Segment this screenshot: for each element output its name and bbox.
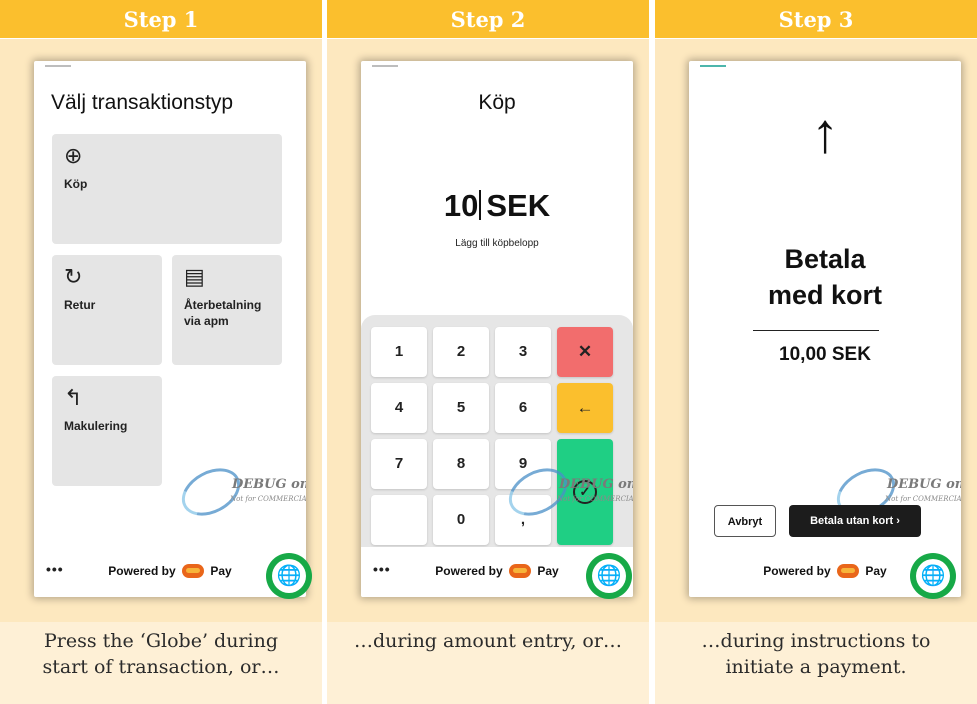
brand-logo-icon [182,563,204,578]
watermark-line2: Not for COMMERCIAL [885,495,961,503]
watermark-line2: Not for COMMERCIAL [230,495,306,503]
step-3-header: Step 3 [655,0,977,38]
clear-key-icon[interactable]: ✕ [557,327,613,377]
watermark-line1: DEBUG only [559,477,633,492]
pay-without-card-button[interactable]: Betala utan kort › [789,505,921,537]
globe-icon: 🌐 [916,559,950,593]
powered-by-label: Powered by [435,563,503,578]
step-1-header: Step 1 [0,0,322,38]
instruction-line: med kort [767,280,883,310]
status-bar [372,65,398,67]
backspace-key-icon[interactable]: ← [557,383,613,433]
terminal-screen: Välj transaktionstyp ⊕ Köp ↻ Retur ▤ Åte… [34,61,306,597]
globe-button-highlight[interactable]: 🌐 [910,553,956,599]
step-3-column: Step 3 ↑ Betala med kort 10,00 SEK DEBUG… [655,0,977,704]
screen-footer: ••• Powered by Pay [34,547,306,597]
caption-line: start of transaction, or… [42,656,280,678]
key-6[interactable]: 6 [495,383,551,433]
tile-makulering[interactable]: ↰ Makulering [52,376,162,486]
divider [753,330,879,331]
caption-line: Press the ‘Globe’ during [44,630,278,652]
pay-label: Pay [537,563,559,578]
screen-title: Köp [478,91,516,114]
key-8[interactable]: 8 [433,439,489,489]
tile-retur[interactable]: ↻ Retur [52,255,162,365]
watermark-line1: DEBUG only [232,477,306,492]
pay-label: Pay [210,563,232,578]
terminal-screen: ↑ Betala med kort 10,00 SEK DEBUG only N… [689,61,961,597]
key-blank [371,495,427,545]
chevron-right-icon: › [896,515,900,527]
text-cursor [479,190,482,220]
instruction-line: Betala [784,244,866,274]
pay-without-card-label: Betala utan kort [810,515,894,527]
step-1-caption: Press the ‘Globe’ during start of transa… [0,622,322,704]
amount-hint: Lägg till köpbelopp [455,238,539,249]
amount-currency: SEK [486,188,551,223]
pay-label: Pay [865,563,887,578]
tile-kop[interactable]: ⊕ Köp [52,134,282,244]
cash-register-icon: ▤ [184,264,205,289]
watermark-line1: DEBUG only [887,477,961,492]
amount-display: 10 SEK [361,188,633,224]
tile-label: Köp [64,177,88,191]
arrow-up-icon: ↑ [811,101,839,164]
watermark-swirl [173,458,249,526]
brand-logo-icon [509,563,531,578]
status-bar [700,65,726,67]
step-1-column: Step 1 Välj transaktionstyp ⊕ Köp ↻ Retu… [0,0,322,704]
step-2-column: Step 2 Köp 10 SEK Lägg till köpbelopp 1 2… [327,0,649,704]
step-2-screenshot-panel: Köp 10 SEK Lägg till köpbelopp 1 2 3 4 5 … [327,39,649,622]
tile-aterbetalning[interactable]: ▤ Återbetalning via apm [172,255,282,365]
terminal-screen: Köp 10 SEK Lägg till köpbelopp 1 2 3 4 5 … [361,61,633,597]
refresh-icon: ↻ [64,264,83,289]
key-1[interactable]: 1 [371,327,427,377]
status-bar [45,65,71,67]
step-1-screenshot-panel: Välj transaktionstyp ⊕ Köp ↻ Retur ▤ Åte… [0,39,322,622]
key-2[interactable]: 2 [433,327,489,377]
key-0[interactable]: 0 [433,495,489,545]
caption-line: initiate a payment. [725,656,907,678]
instruction-text: Betala med kort [689,241,961,313]
keypad: 1 2 3 4 5 6 7 8 9 0 , ✕ ← ✓ [361,315,633,553]
plus-circle-icon: ⊕ [64,143,83,168]
cancel-button[interactable]: Avbryt [714,505,776,537]
globe-icon: 🌐 [592,559,626,593]
screen-title: Välj transaktionstyp [51,91,234,114]
step-2-caption: …during amount entry, or… [327,622,649,704]
tile-label: Retur [64,298,96,312]
tile-label: Makulering [64,419,128,433]
watermark-line2: Not for COMMERCIAL [557,495,633,503]
key-7[interactable]: 7 [371,439,427,489]
globe-button-highlight[interactable]: 🌐 [586,553,632,599]
globe-button-highlight[interactable]: 🌐 [266,553,312,599]
payment-amount: 10,00 SEK [779,344,871,365]
brand-logo-icon [837,563,859,578]
key-4[interactable]: 4 [371,383,427,433]
caption-line: …during amount entry, or… [354,630,622,652]
powered-by-label: Powered by [108,563,176,578]
step-3-screenshot-panel: ↑ Betala med kort 10,00 SEK DEBUG only N… [655,39,977,622]
step-3-caption: …during instructions to initiate a payme… [655,622,977,704]
globe-icon: 🌐 [272,559,306,593]
step-2-header: Step 2 [327,0,649,38]
amount-value: 10 [443,188,479,223]
undo-icon: ↰ [64,385,83,410]
key-3[interactable]: 3 [495,327,551,377]
key-5[interactable]: 5 [433,383,489,433]
powered-by-label: Powered by [763,563,831,578]
tile-label: Återbetalning via apm [184,298,262,328]
caption-line: …during instructions to [701,630,931,652]
